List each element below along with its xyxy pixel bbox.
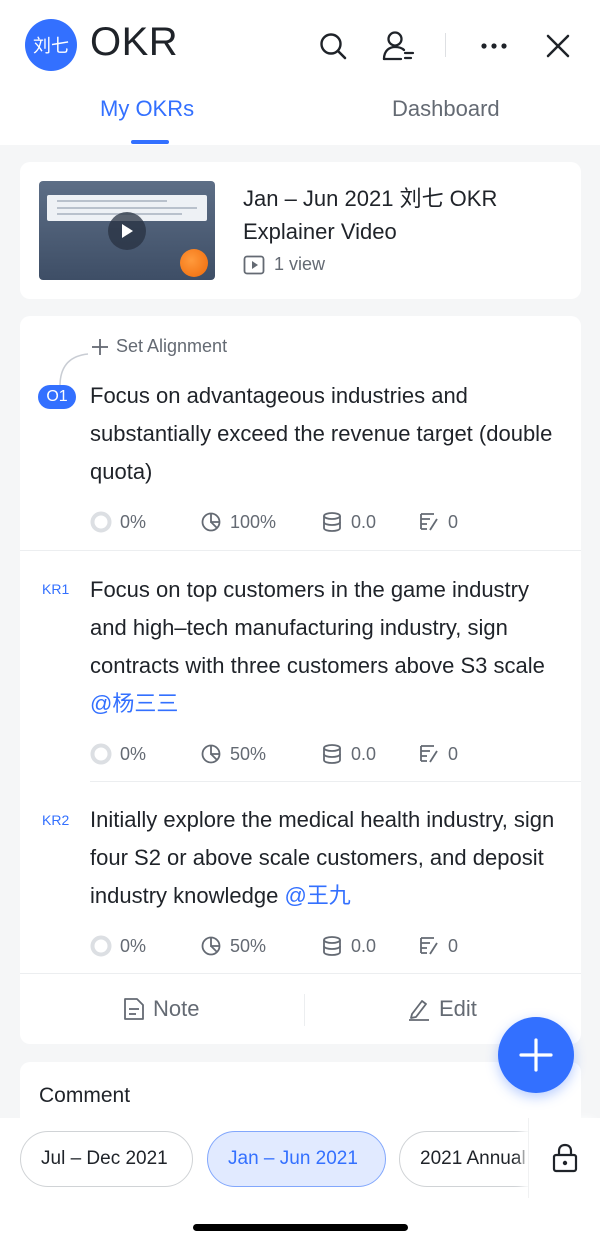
video-views-icon [243,255,265,274]
video-title[interactable]: Jan – Jun 2021 刘七 OKR Explainer Video [243,182,563,248]
tab-dashboard[interactable]: Dashboard [392,96,500,122]
note-button[interactable]: Note [123,996,199,1022]
progress-ring-icon [90,935,112,957]
add-fab-button[interactable] [498,1017,574,1093]
lock-icon [552,1143,577,1173]
weight-value: 50% [230,743,267,764]
kr1-description: Focus on top customers in the game indus… [90,577,545,678]
database-icon [323,744,341,764]
video-thumbnail[interactable] [39,181,215,280]
note-label: Note [153,996,200,1021]
period-selector-bar: Jul – Dec 2021 Jan – Jun 2021 2021 Annua… [0,1118,600,1245]
score-stat[interactable]: 0.0 [321,935,418,957]
app-title: OKR [90,20,179,64]
edit-pencil-icon [409,1000,429,1021]
video-views-count: 1 view [274,254,326,274]
objective-stats: 0% 100% 0.0 0 [90,510,458,534]
kr1-owner-mention[interactable]: @杨三三 [90,691,178,716]
set-alignment-label: Set Alignment [116,336,228,356]
kr1-stats: 0% 50% 0.0 0 [90,742,458,766]
explainer-video-card[interactable]: Jan – Jun 2021 刘七 OKR Explainer Video 1 … [20,162,581,299]
play-icon[interactable] [108,212,146,250]
notes-value: 0 [448,511,459,532]
objective-badge: O1 [38,385,76,409]
period-chip-jan-jun-2021[interactable]: Jan – Jun 2021 [207,1131,386,1187]
tab-my-okrs[interactable]: My OKRs [100,96,194,122]
divider [90,781,581,782]
progress-stat[interactable]: 0% [90,935,200,957]
weight-stat[interactable]: 50% [200,743,321,765]
notes-icon [420,937,438,955]
kr2-text[interactable]: Initially explore the medical health ind… [90,801,568,915]
plus-icon [92,338,108,355]
notes-value: 0 [448,935,459,956]
progress-stat[interactable]: 0% [90,511,200,533]
score-stat[interactable]: 0.0 [321,511,418,533]
objective-text[interactable]: Focus on advantageous industries and sub… [90,377,568,491]
footer-separator [304,994,305,1026]
pie-chart-icon [201,936,221,956]
notes-value: 0 [448,743,459,764]
period-chip-jul-dec-2021[interactable]: Jul – Dec 2021 [20,1131,193,1187]
user-follow-icon[interactable] [376,24,420,68]
kr2-owner-mention[interactable]: @王九 [284,883,350,908]
score-value: 0.0 [351,511,377,532]
score-value: 0.0 [351,935,377,956]
more-icon[interactable] [472,24,516,68]
close-icon[interactable] [536,24,580,68]
progress-value: 0% [120,743,147,764]
progress-ring-icon [90,743,112,765]
set-alignment-button[interactable]: Set Alignment [90,336,227,357]
notes-stat[interactable]: 0 [418,935,458,957]
edit-label: Edit [439,996,477,1021]
progress-value: 0% [120,935,147,956]
kr1-label: KR1 [42,581,70,597]
okr-card: Set Alignment O1 Focus on advantageous i… [20,316,581,1044]
notes-icon [420,745,438,763]
score-stat[interactable]: 0.0 [321,743,418,765]
search-icon[interactable] [311,24,355,68]
pie-chart-icon [201,512,221,532]
notes-icon [420,513,438,531]
kr2-stats: 0% 50% 0.0 0 [90,934,458,958]
weight-value: 100% [230,511,277,532]
notes-stat[interactable]: 0 [418,743,458,765]
progress-ring-icon [90,511,112,533]
score-value: 0.0 [351,743,377,764]
weight-value: 50% [230,935,267,956]
divider [20,550,581,551]
notes-stat[interactable]: 0 [418,511,458,533]
database-icon [323,936,341,956]
header-separator [445,33,446,57]
kr2-label: KR2 [42,812,70,828]
presenter-avatar [180,249,208,277]
database-icon [323,512,341,532]
home-indicator[interactable] [193,1224,408,1231]
progress-stat[interactable]: 0% [90,743,200,765]
progress-value: 0% [120,511,147,532]
pie-chart-icon [201,744,221,764]
lock-button[interactable] [528,1118,600,1198]
avatar[interactable]: 刘七 [25,19,77,71]
divider [20,973,581,974]
kr1-text[interactable]: Focus on top customers in the game indus… [90,571,568,723]
weight-stat[interactable]: 100% [200,511,321,533]
app-header: 刘七 OKR My OKRs Dashboard [0,0,600,145]
edit-button[interactable]: Edit [407,996,477,1022]
plus-icon [519,1038,553,1072]
comment-title: Comment [39,1084,131,1107]
weight-stat[interactable]: 50% [200,935,321,957]
active-tab-indicator [131,140,169,144]
alignment-connector [59,353,89,387]
video-views: 1 view [243,254,325,275]
note-icon [124,998,144,1020]
